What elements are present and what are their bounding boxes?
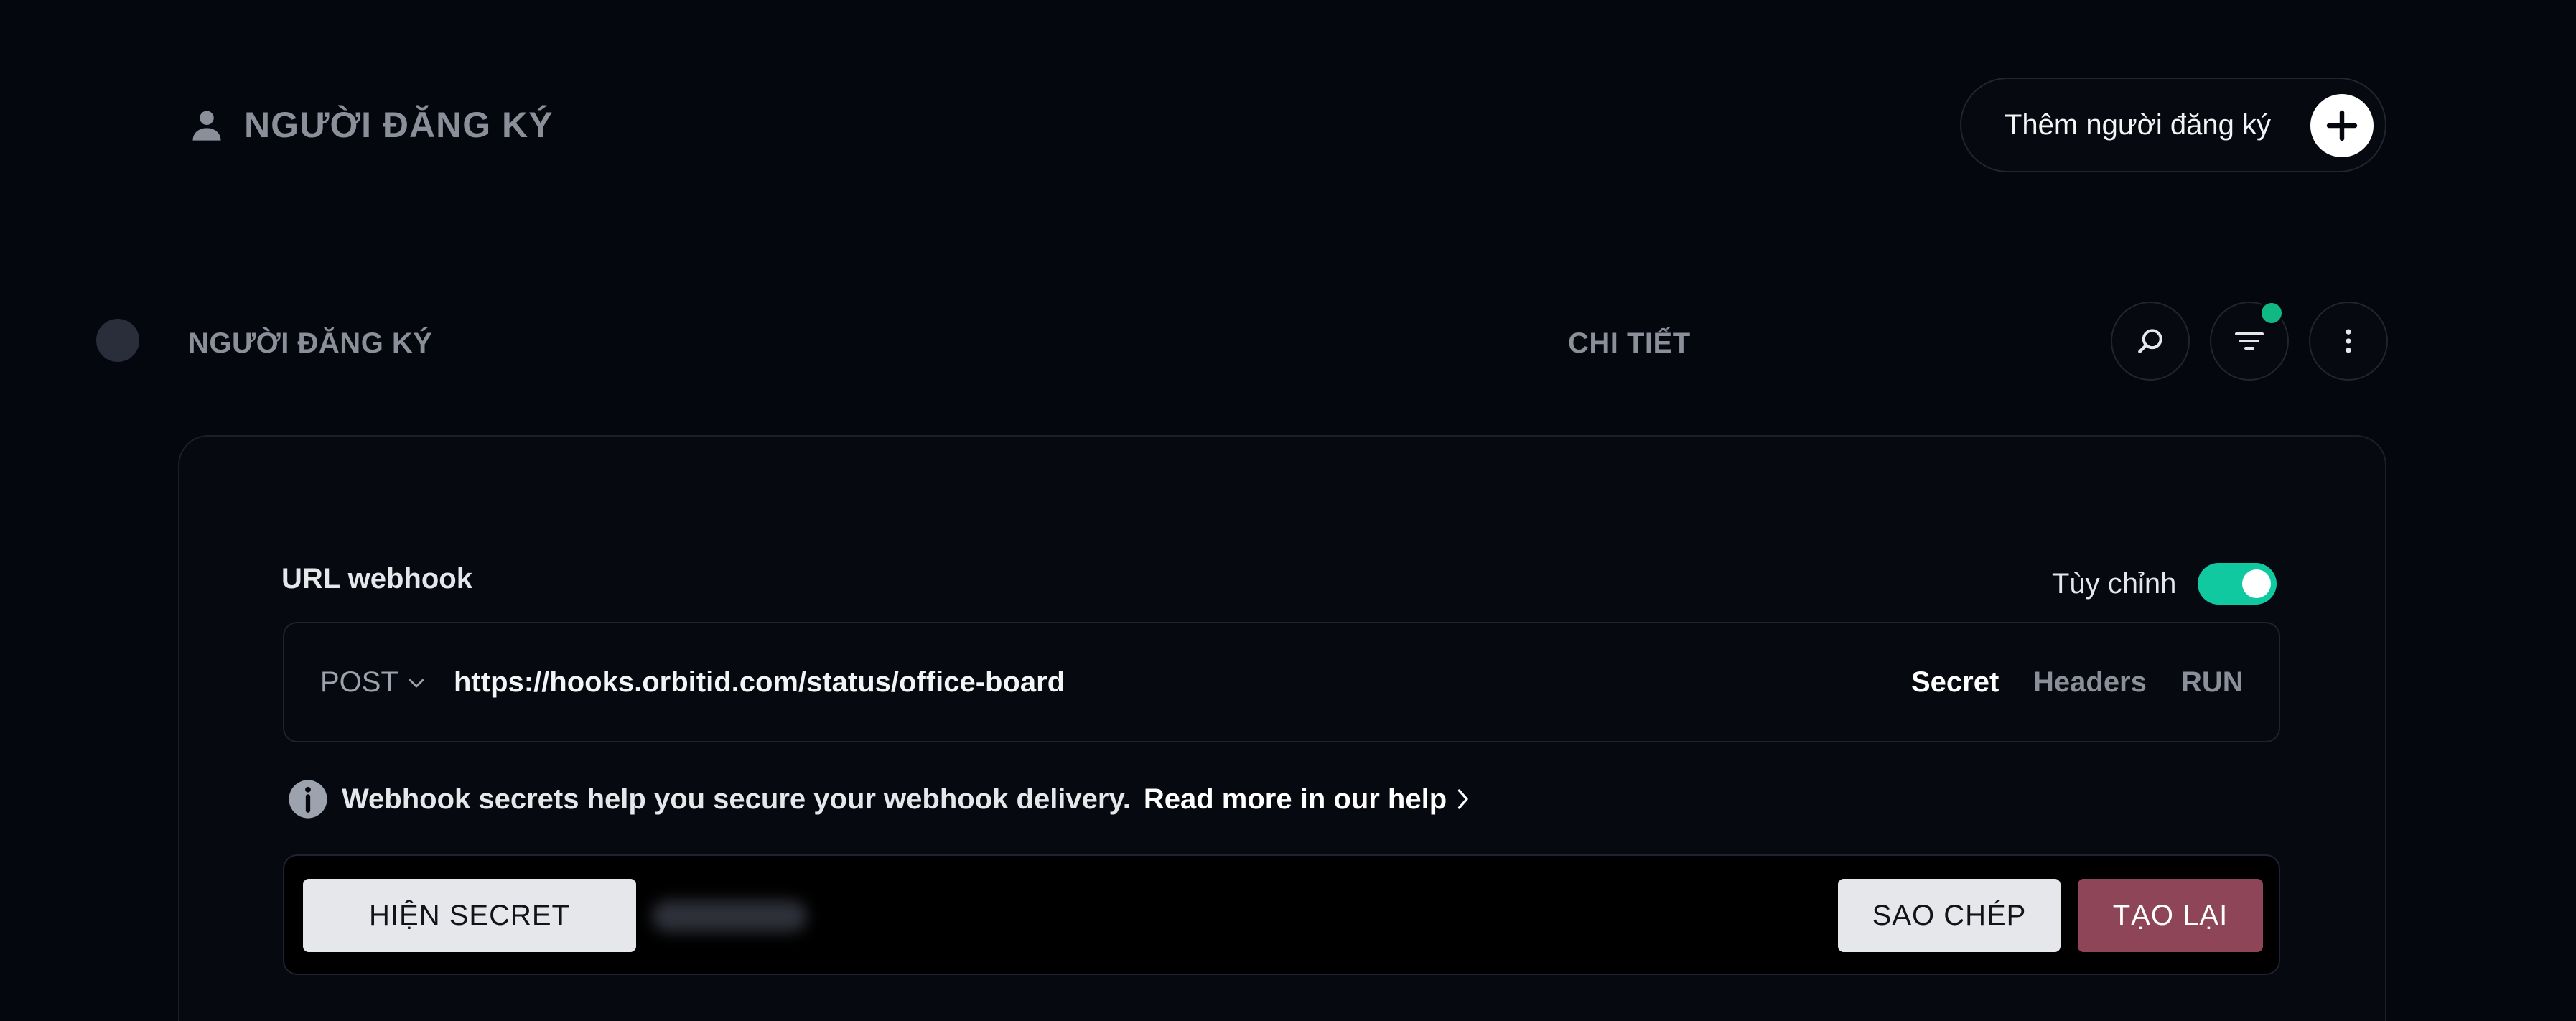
webhook-url-value[interactable]: https://hooks.orbitid.com/status/office-… — [454, 666, 1065, 699]
chevron-down-icon — [409, 679, 424, 687]
search-icon — [2138, 329, 2162, 353]
tab-headers[interactable]: Headers — [2033, 666, 2147, 699]
secret-info-line: Webhook secrets help you secure your web… — [287, 778, 1473, 820]
secret-field: HIỆN SECRET SAO CHÉP TẠO LẠI — [283, 854, 2280, 975]
webhook-url-label: URL webhook — [281, 563, 472, 595]
page-title: NGƯỜI ĐĂNG KÝ — [244, 105, 554, 145]
help-link-label: Read more in our help — [1143, 783, 1447, 815]
select-all-checkbox[interactable] — [96, 319, 139, 362]
add-subscriber-button[interactable]: Thêm người đăng ký — [1960, 78, 2386, 172]
info-icon — [289, 780, 327, 819]
http-method-select[interactable]: POST — [320, 666, 427, 699]
toggle-knob — [2242, 569, 2272, 598]
secret-info-text: Webhook secrets help you secure your web… — [342, 783, 1131, 815]
http-method-value: POST — [320, 666, 398, 698]
filter-icon — [2235, 332, 2264, 350]
more-options-button[interactable] — [2309, 302, 2388, 381]
filter-active-badge — [2259, 300, 2285, 326]
person-icon — [192, 111, 221, 141]
filter-button[interactable] — [2210, 300, 2289, 381]
tab-secret[interactable]: Secret — [1911, 666, 1999, 699]
hidden-secret-value — [652, 900, 807, 932]
add-subscriber-label: Thêm người đăng ký — [2005, 108, 2271, 141]
help-link[interactable]: Read more in our help — [1144, 783, 1473, 816]
webhook-url-field[interactable]: POST https://hooks.orbitid.com/status/of… — [283, 622, 2280, 742]
plus-icon — [2310, 94, 2374, 157]
custom-toggle[interactable] — [2198, 563, 2277, 605]
column-header-details[interactable]: CHI TIẾT — [1568, 327, 1691, 360]
custom-toggle-group: Tùy chỉnh — [2052, 563, 2277, 605]
custom-toggle-label: Tùy chỉnh — [2052, 567, 2177, 600]
show-secret-button[interactable]: HIỆN SECRET — [303, 879, 636, 952]
copy-button[interactable]: SAO CHÉP — [1838, 879, 2061, 952]
tab-run[interactable]: RUN — [2181, 666, 2244, 699]
regenerate-button[interactable]: TẠO LẠI — [2078, 879, 2263, 952]
chevron-right-icon — [1458, 789, 1468, 809]
column-header-subscriber[interactable]: NGƯỜI ĐĂNG KÝ — [188, 327, 432, 360]
more-vertical-icon — [2346, 329, 2351, 353]
page-header: NGƯỜI ĐĂNG KÝ — [188, 104, 553, 146]
search-button[interactable] — [2111, 302, 2190, 381]
